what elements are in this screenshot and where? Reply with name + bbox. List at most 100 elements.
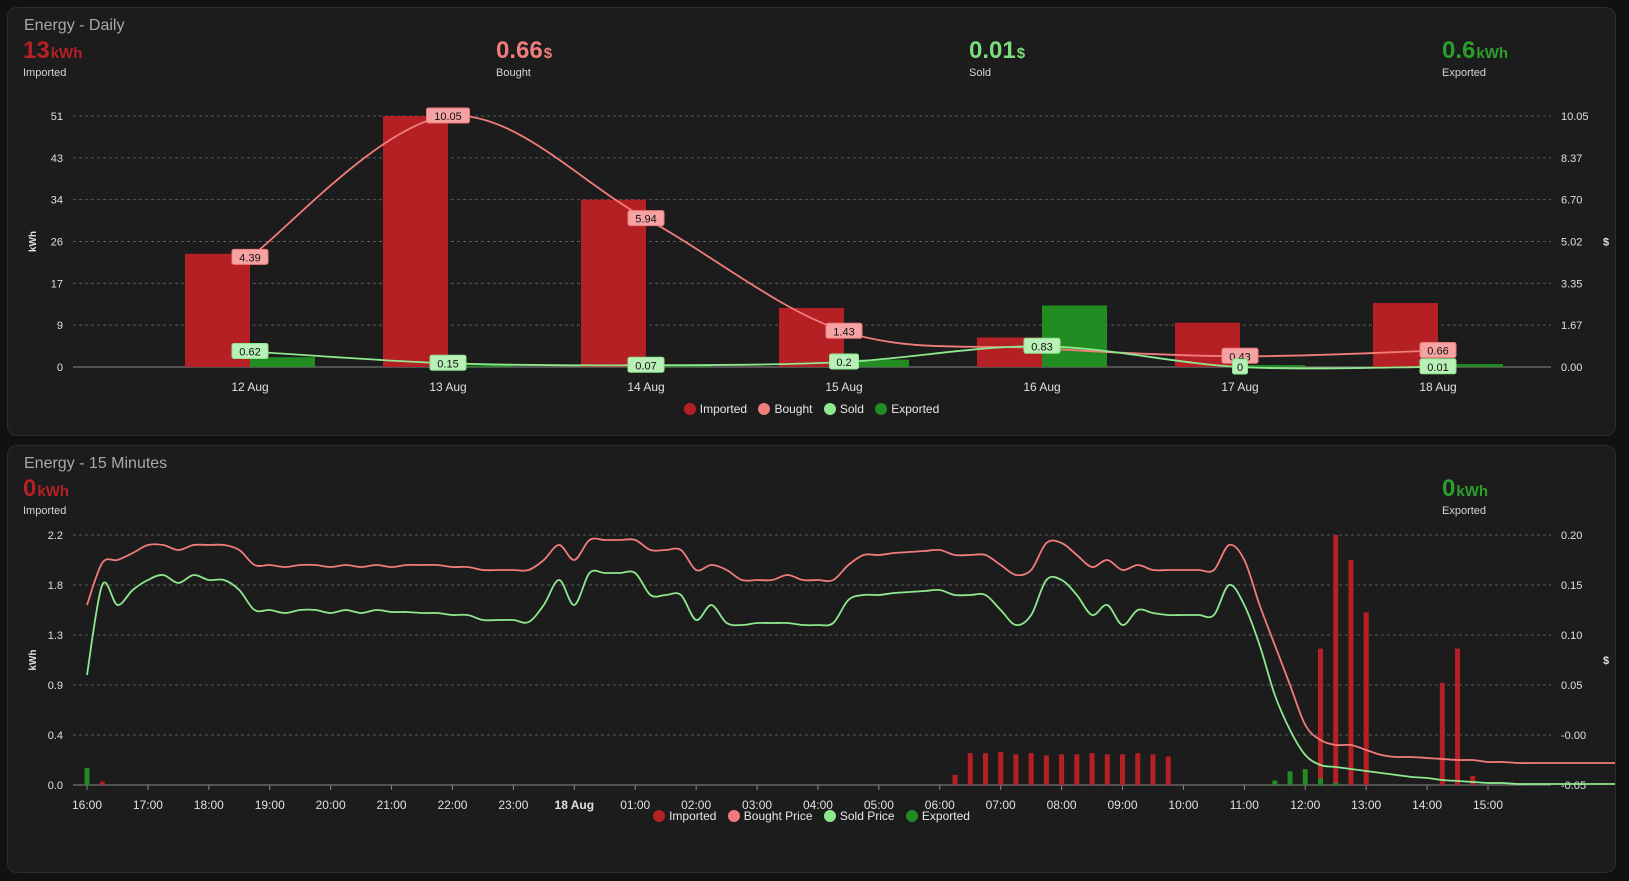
- bar-imported: [1028, 753, 1034, 785]
- bar-imported: [1043, 755, 1049, 785]
- bar-imported: [1135, 753, 1141, 785]
- legend-dot: [727, 810, 740, 822]
- daily-chart: 0 0.00 9 1.67 17 3.35 26 5.02 34 6.70 43 8.37 51 10.0…: [28, 107, 1609, 394]
- bar-imported: [99, 781, 105, 785]
- x-tick-label: 18 Aug: [1419, 380, 1456, 394]
- data-label: 0: [1237, 362, 1243, 374]
- y-tick-label: 0: [57, 362, 63, 374]
- bar-imported: [1013, 754, 1019, 785]
- legend-label: Bought Price: [743, 809, 813, 823]
- legend-label: Exported: [921, 809, 970, 823]
- legend-dot: [823, 403, 836, 415]
- y2-tick-label: 10.05: [1561, 111, 1589, 123]
- bar-imported: [1074, 754, 1080, 785]
- y2-tick-label: 0.05: [1561, 680, 1582, 692]
- bar-imported: [1120, 754, 1126, 785]
- y2-tick-label: 5.02: [1561, 237, 1582, 249]
- bar-imported: [1439, 682, 1445, 785]
- y-tick-label: 2.2: [48, 530, 63, 542]
- bar-imported: [1348, 560, 1354, 785]
- legend-label: Exported: [891, 402, 940, 416]
- bar-imported: [998, 752, 1004, 785]
- data-label: 0.15: [437, 358, 458, 370]
- y2-tick-label: 1.67: [1561, 320, 1582, 332]
- line-bought-price: [86, 537, 1615, 764]
- y-tick-label: 0.4: [48, 730, 63, 742]
- y2-tick-label: -0.00: [1561, 730, 1586, 742]
- legend-label: Bought: [774, 402, 813, 416]
- line-sold-price: [86, 569, 1615, 785]
- legend-item-imported[interactable]: Imported: [683, 402, 748, 416]
- legend-label: Imported: [699, 402, 748, 416]
- x-tick-label: 15 Aug: [825, 380, 862, 394]
- legend-label: Sold: [839, 402, 864, 416]
- y-tick-label: 0.9: [48, 680, 63, 692]
- bar-imported: [1455, 648, 1461, 785]
- y2-tick-label: 3.35: [1561, 278, 1582, 290]
- x-tick-label: 12 Aug: [231, 380, 268, 394]
- bar-imported: [1363, 612, 1369, 785]
- y2-tick-label: 0.00: [1561, 362, 1582, 374]
- data-label: 0.66: [1427, 346, 1448, 358]
- legend-label: Sold Price: [839, 809, 895, 823]
- bar-imported: [967, 753, 973, 785]
- data-label: 4.39: [239, 252, 260, 264]
- legend-dot: [905, 810, 918, 822]
- y-tick-label: 17: [51, 278, 63, 290]
- bar-imported: [1165, 756, 1171, 785]
- bar-imported: [1150, 754, 1156, 785]
- data-label: 5.94: [635, 214, 656, 226]
- y2-axis-label: $: [1603, 237, 1609, 249]
- data-label: 1.43: [833, 326, 854, 338]
- data-label: 0.2: [836, 357, 851, 369]
- y-tick-label: 1.8: [48, 580, 63, 592]
- bar-imported: [383, 116, 448, 367]
- data-label: 0.62: [239, 347, 260, 359]
- legend-item-exported[interactable]: Exported: [875, 402, 939, 416]
- bar-exported: [1272, 780, 1278, 785]
- y2-tick-label: 6.70: [1561, 195, 1582, 207]
- legend-dot: [653, 810, 666, 822]
- legend-item-exported[interactable]: Exported: [905, 809, 970, 823]
- data-label: 10.05: [434, 111, 462, 123]
- y-tick-label: 26: [51, 237, 63, 249]
- data-label: 0.83: [1031, 341, 1052, 353]
- y-tick-label: 51: [51, 111, 63, 123]
- bar-exported: [1302, 769, 1308, 785]
- x-tick-label: 17 Aug: [1221, 380, 1258, 394]
- legend-dot: [683, 403, 696, 415]
- y2-tick-label: 8.37: [1561, 153, 1582, 165]
- data-label: 0.07: [635, 360, 656, 372]
- legend-label: Imported: [669, 809, 717, 823]
- y-tick-label: 34: [51, 195, 63, 207]
- daily-legend: Imported Bought Sold Exported: [8, 402, 1615, 416]
- y2-tick-label: 0.20: [1561, 530, 1582, 542]
- bar-imported: [952, 774, 958, 785]
- bar-imported: [1059, 754, 1065, 785]
- data-label: 0.01: [1427, 362, 1448, 374]
- legend-item-bought[interactable]: Bought: [758, 402, 813, 416]
- bar-exported: [84, 767, 90, 785]
- y2-tick-label: 0.10: [1561, 630, 1582, 642]
- daily-energy-card: Energy - Daily 13kWh Imported 0.66$ Boug…: [7, 7, 1616, 436]
- y-tick-label: 9: [57, 320, 63, 332]
- bar-exported: [1042, 305, 1107, 367]
- legend-item-sold[interactable]: Sold: [823, 402, 864, 416]
- y-tick-label: 43: [51, 153, 63, 165]
- y-tick-label: 0.0: [48, 780, 63, 792]
- y-axis-label: kWh: [28, 231, 39, 252]
- legend-item-sold-price[interactable]: Sold Price: [823, 809, 895, 823]
- bar-imported: [1089, 753, 1095, 785]
- x-tick-label: 13 Aug: [429, 380, 466, 394]
- bar-exported: [1287, 771, 1293, 785]
- legend-item-imported[interactable]: Imported: [653, 809, 716, 823]
- quarter-energy-card: Energy - 15 Minutes 0kWh Imported 0kWh E…: [7, 445, 1616, 873]
- y2-axis-label: $: [1603, 655, 1609, 667]
- quarter-legend: Imported Bought Price Sold Price Exporte…: [8, 809, 1615, 823]
- bar-imported: [1104, 754, 1110, 785]
- legend-item-bought-price[interactable]: Bought Price: [727, 809, 813, 823]
- x-tick-label: 16 Aug: [1023, 380, 1060, 394]
- legend-dot: [823, 810, 836, 822]
- y2-tick-label: -0.05: [1561, 780, 1586, 792]
- legend-dot: [758, 403, 771, 415]
